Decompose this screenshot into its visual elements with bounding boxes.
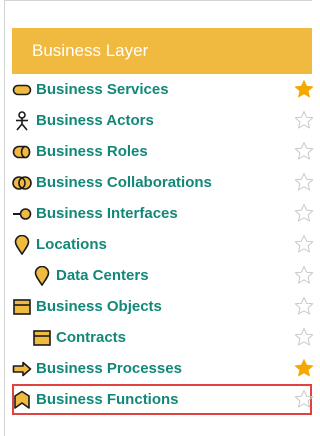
actor-stick-figure-icon (12, 110, 32, 131)
star-outline-icon[interactable] (294, 141, 314, 161)
star-filled-icon[interactable] (294, 79, 314, 99)
list-item-label: Business Actors (36, 112, 154, 129)
star-outline-icon[interactable] (294, 327, 314, 347)
business-layer-list: Business Services Business Actors Business… (12, 74, 314, 415)
collaboration-circles-icon (12, 173, 32, 193)
list-item[interactable]: Locations (12, 229, 314, 260)
list-item[interactable]: Business Actors (12, 105, 314, 136)
list-item[interactable]: Business Roles (12, 136, 314, 167)
star-outline-icon[interactable] (294, 234, 314, 254)
star-outline-icon[interactable] (294, 389, 314, 409)
list-item[interactable]: Business Objects (12, 291, 314, 322)
list-item-label: Data Centers (56, 267, 149, 284)
star-outline-icon[interactable] (294, 296, 314, 316)
object-box-icon (12, 297, 32, 317)
process-arrow-icon (12, 359, 32, 379)
object-box-icon (32, 328, 52, 348)
role-capsule-icon (12, 142, 32, 162)
function-chevron-icon (12, 390, 32, 410)
star-outline-icon[interactable] (294, 265, 314, 285)
list-item[interactable]: Data Centers (12, 260, 314, 291)
list-item[interactable]: Contracts (12, 322, 314, 353)
list-item-label: Business Roles (36, 143, 148, 160)
star-outline-icon[interactable] (294, 110, 314, 130)
list-item-label: Business Objects (36, 298, 162, 315)
service-pill-icon (12, 80, 32, 100)
star-outline-icon[interactable] (294, 172, 314, 192)
list-item-label: Business Functions (36, 391, 179, 408)
star-filled-icon[interactable] (294, 358, 314, 378)
star-outline-icon[interactable] (294, 203, 314, 223)
list-item-label: Contracts (56, 329, 127, 346)
panel-header: Business Layer (12, 28, 312, 74)
list-item-label: Business Services (36, 81, 169, 98)
list-item[interactable]: Business Functions (12, 384, 314, 415)
interface-lollipop-icon (12, 204, 32, 224)
list-item[interactable]: Business Services (12, 74, 314, 105)
location-pin-icon (32, 265, 52, 286)
list-item-label: Business Interfaces (36, 205, 178, 222)
list-item-label: Locations (36, 236, 107, 253)
list-item-label: Business Collaborations (36, 174, 212, 191)
list-item-label: Business Processes (36, 360, 182, 377)
location-pin-icon (12, 234, 32, 255)
list-item[interactable]: Business Interfaces (12, 198, 314, 229)
list-item[interactable]: Business Collaborations (12, 167, 314, 198)
business-layer-panel: Business Layer Business Services Business… (0, 0, 314, 436)
list-item[interactable]: Business Processes (12, 353, 314, 384)
